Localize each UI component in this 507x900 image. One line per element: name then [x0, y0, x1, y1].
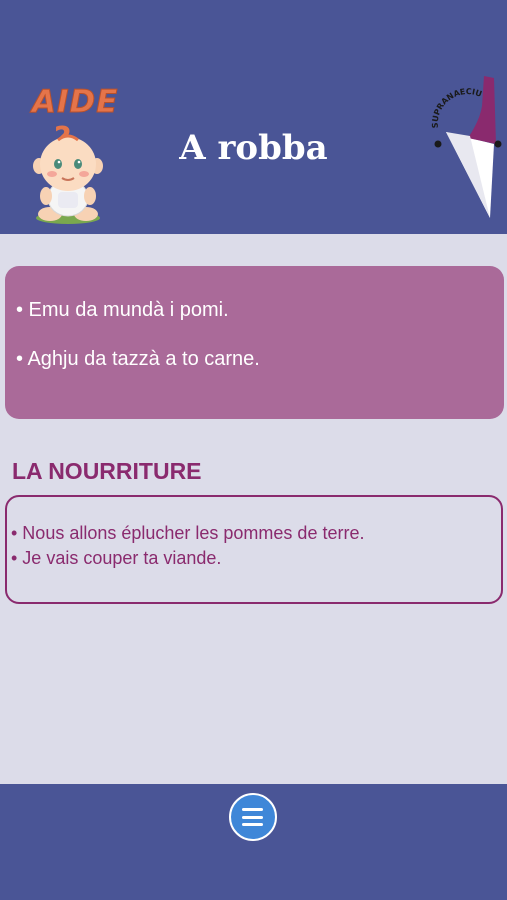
translation-item: • Je vais couper ta viande. [11, 548, 222, 568]
baby-help-icon: ? [33, 121, 103, 224]
help-button[interactable]: AIDE ? [28, 82, 128, 227]
header-bar: AIDE ? A robba [0, 0, 507, 234]
french-phrases-card: • Nous allons éplucher les pommes de ter… [5, 495, 503, 604]
section-title: LA NOURRITURE [12, 458, 202, 484]
translation-item: • Nous allons éplucher les pommes de ter… [11, 523, 365, 543]
phrase-item: • Emu da mundà i pomi. [16, 299, 229, 321]
phrase-item: • Aghju da tazzà a to carne. [16, 348, 260, 370]
page-title: A robba [179, 128, 328, 168]
help-badge-label: AIDE [31, 84, 119, 121]
footer-bar [0, 784, 507, 900]
menu-button[interactable] [229, 793, 277, 841]
logo-text: SUPRANAECIU [431, 87, 483, 128]
logo-icon: SUPRANAECIU [431, 76, 502, 218]
svg-text:SUPRANAECIU: SUPRANAECIU [431, 87, 483, 128]
content-area: • Emu da mundà i pomi. • Aghju da tazzà … [0, 234, 507, 784]
corsican-phrases-card: • Emu da mundà i pomi. • Aghju da tazzà … [5, 266, 504, 419]
